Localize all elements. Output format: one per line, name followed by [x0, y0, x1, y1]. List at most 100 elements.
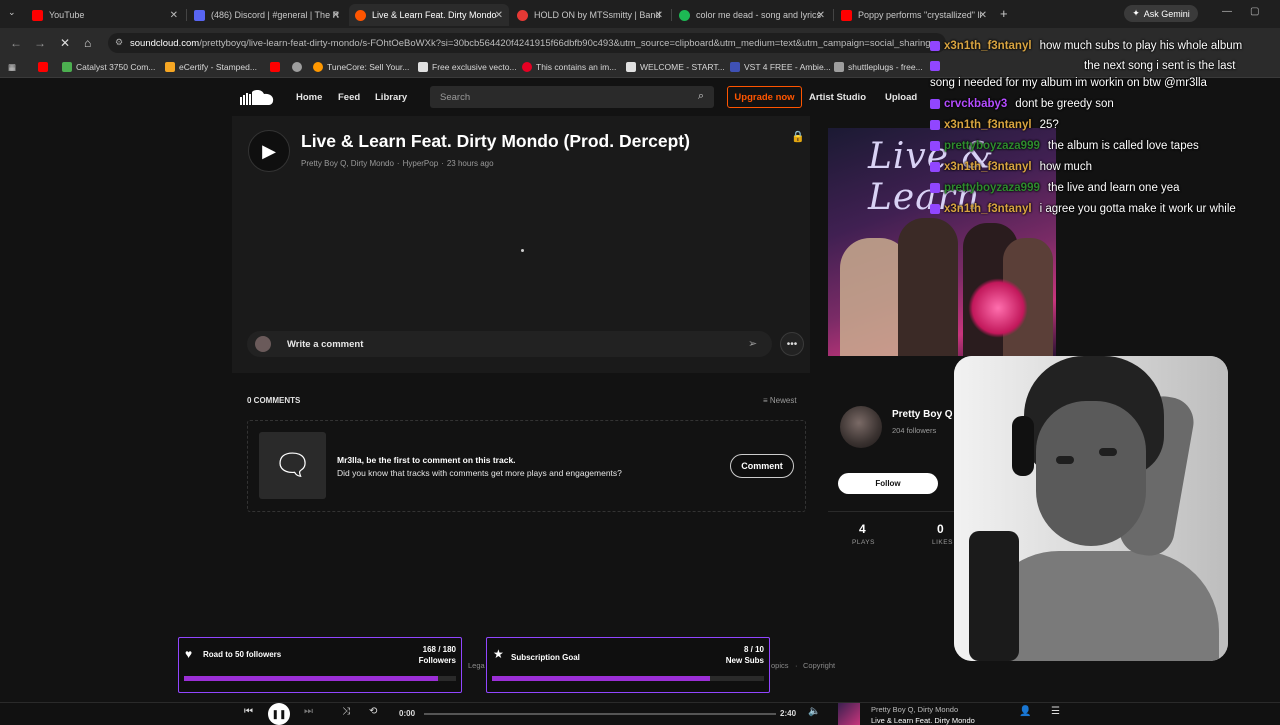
chat-text: how much subs to play his whole album [1039, 40, 1243, 52]
url-path: /prettyboyq/live-learn-feat-dirty-mondo/… [199, 37, 931, 49]
sort-comments[interactable]: ≡ Newest [763, 396, 797, 405]
bookmark-item[interactable]: VST 4 FREE - Ambie... [730, 62, 831, 72]
bookmark-item[interactable]: eCertify - Stamped... [165, 62, 257, 72]
chat-text: the live and learn one yea [1047, 182, 1180, 194]
stop-loading-icon[interactable]: ✕ [60, 36, 70, 50]
youtube-icon [32, 9, 43, 21]
close-icon[interactable]: ✕ [817, 10, 825, 21]
nav-library[interactable]: Library [375, 92, 407, 103]
track-meta: Pretty Boy Q, Dirty Mondo · HyperPop · 23 ho… [301, 159, 494, 168]
queue-icon[interactable]: ☰ [1051, 706, 1060, 717]
forward-icon[interactable]: → [34, 36, 46, 50]
bookmark-item[interactable]: This contains an im... [522, 62, 616, 72]
now-playing-artwork[interactable] [838, 703, 860, 725]
close-icon[interactable]: ✕ [979, 10, 987, 21]
soundcloud-logo-icon[interactable] [240, 89, 274, 105]
goal-unit: New Subs [725, 656, 764, 665]
send-icon[interactable]: ➢ [748, 337, 757, 350]
minimize-icon[interactable]: — [1222, 6, 1232, 17]
shuffle-icon[interactable]: ⤨ [342, 706, 350, 717]
tab-youtube-poppy[interactable]: Poppy performs "crystallized" li ✕ [835, 4, 993, 26]
footer-link-copyright[interactable]: Copyright [803, 661, 835, 670]
previous-icon[interactable]: ⏮ [244, 706, 253, 717]
address-bar[interactable]: ⚙ soundcloud.com/prettyboyq/live-learn-f… [108, 33, 946, 53]
tab-strip: YouTube ✕ (486) Discord | #general | The… [0, 0, 1280, 28]
tab-youtube[interactable]: YouTube ✕ [26, 4, 184, 26]
webcam-person-eye [1099, 448, 1117, 456]
soundcloud-icon [355, 9, 366, 21]
chat-text: how much [1039, 161, 1092, 173]
back-icon[interactable]: ← [10, 36, 22, 50]
tab-search-icon[interactable]: ⌄ [8, 7, 16, 18]
artist-name[interactable]: Pretty Boy Q [892, 409, 953, 420]
bookmark-item[interactable]: TuneCore: Sell Your... [313, 62, 409, 72]
footer-link-topics[interactable]: opics [771, 661, 789, 670]
tab-bandcamp[interactable]: HOLD ON by MTSsmitty | Band ✕ [511, 4, 669, 26]
bookmark-label: eCertify - Stamped... [179, 62, 257, 72]
bookmark-label: This contains an im... [536, 62, 617, 72]
artwork-roses [968, 278, 1028, 338]
nav-artist-studio[interactable]: Artist Studio [809, 92, 866, 103]
upgrade-now-button[interactable]: Upgrade now [727, 86, 802, 108]
bookmark-label: TuneCore: Sell Your... [327, 62, 410, 72]
bookmark-youtube[interactable] [38, 62, 48, 72]
nav-upload[interactable]: Upload [885, 92, 917, 103]
comment-input[interactable]: Write a comment [247, 331, 772, 357]
nav-home[interactable]: Home [296, 92, 322, 103]
comment-heart-icon: 🗨 [259, 432, 326, 499]
play-button[interactable]: ▶ [248, 130, 290, 172]
chat-message: the next song i sent is the last [930, 60, 1236, 72]
goal-count: 8 / 10 [743, 645, 764, 654]
track-artists[interactable]: Pretty Boy Q, Dirty Mondo [301, 159, 394, 168]
bookmark-globe[interactable] [292, 62, 302, 72]
close-icon[interactable]: ✕ [495, 10, 503, 21]
footer-link-legal[interactable]: Lega [468, 661, 485, 670]
pause-button[interactable]: ❚❚ [268, 703, 290, 725]
close-icon[interactable]: ✕ [332, 10, 340, 21]
site-info-icon[interactable]: ⚙ [115, 37, 123, 48]
comment-button[interactable]: Comment [730, 454, 794, 478]
bookmark-item[interactable]: Free exclusive vecto... [418, 62, 517, 72]
bookmark-youtube-2[interactable] [270, 62, 280, 72]
new-tab-button[interactable]: + [1000, 6, 1008, 21]
apps-icon[interactable]: ▦ [8, 62, 16, 73]
subscription-goal-widget: ★ Subscription Goal 8 / 10 New Subs [486, 637, 770, 693]
next-icon[interactable]: ⏭ [304, 706, 313, 717]
tab-soundcloud[interactable]: Live & Learn Feat. Dirty Mondo ✕ [349, 4, 509, 26]
follow-user-icon[interactable]: 👤 [1019, 706, 1031, 717]
goal-progress-track [184, 676, 456, 681]
track-genre[interactable]: HyperPop [403, 159, 439, 168]
webcam-person-eye [1056, 456, 1074, 464]
repeat-icon[interactable]: ⟲ [369, 706, 377, 717]
search-input[interactable]: Search ⌕ [430, 86, 714, 108]
artist-avatar[interactable] [840, 406, 882, 448]
chat-text: song i needed for my album im workin on … [930, 77, 1207, 89]
nav-feed[interactable]: Feed [338, 92, 360, 103]
playback-progress[interactable] [424, 713, 776, 715]
close-icon[interactable]: ✕ [170, 10, 178, 21]
tab-discord[interactable]: (486) Discord | #general | The R ✕ [188, 4, 346, 26]
close-icon[interactable]: ✕ [655, 10, 663, 21]
search-icon[interactable]: ⌕ [698, 90, 704, 103]
bookmark-item[interactable]: WELCOME - START... [626, 62, 725, 72]
now-playing-artist[interactable]: Pretty Boy Q, Dirty Mondo [871, 705, 958, 714]
bookmark-item[interactable]: Catalyst 3750 Com... [62, 62, 155, 72]
volume-icon[interactable]: 🔈 [808, 706, 820, 717]
tab-spotify[interactable]: color me dead - song and lyrics ✕ [673, 4, 831, 26]
follow-button[interactable]: Follow [838, 473, 938, 494]
heart-icon: ♥ [185, 647, 193, 661]
likes-label: LIKES [932, 539, 953, 546]
home-icon[interactable]: ⌂ [84, 36, 91, 50]
sub-badge-icon [930, 60, 940, 71]
ask-gemini-button[interactable]: ✦ Ask Gemini [1124, 5, 1198, 22]
star-icon: ★ [493, 647, 504, 661]
duration-time: 2:40 [780, 709, 797, 718]
chat-text: i agree you gotta make it work ur while [1039, 203, 1236, 215]
bookmark-item[interactable]: shuttleplugs - free... [834, 62, 923, 72]
chat-username: crvckbaby3 [944, 98, 1008, 110]
more-options-button[interactable]: ••• [780, 332, 804, 356]
maximize-icon[interactable]: ▢ [1250, 6, 1259, 17]
sub-badge-icon [930, 203, 940, 214]
now-playing-title[interactable]: Live & Learn Feat. Dirty Mondo [871, 716, 975, 725]
track-posted-time: 23 hours ago [446, 159, 494, 168]
